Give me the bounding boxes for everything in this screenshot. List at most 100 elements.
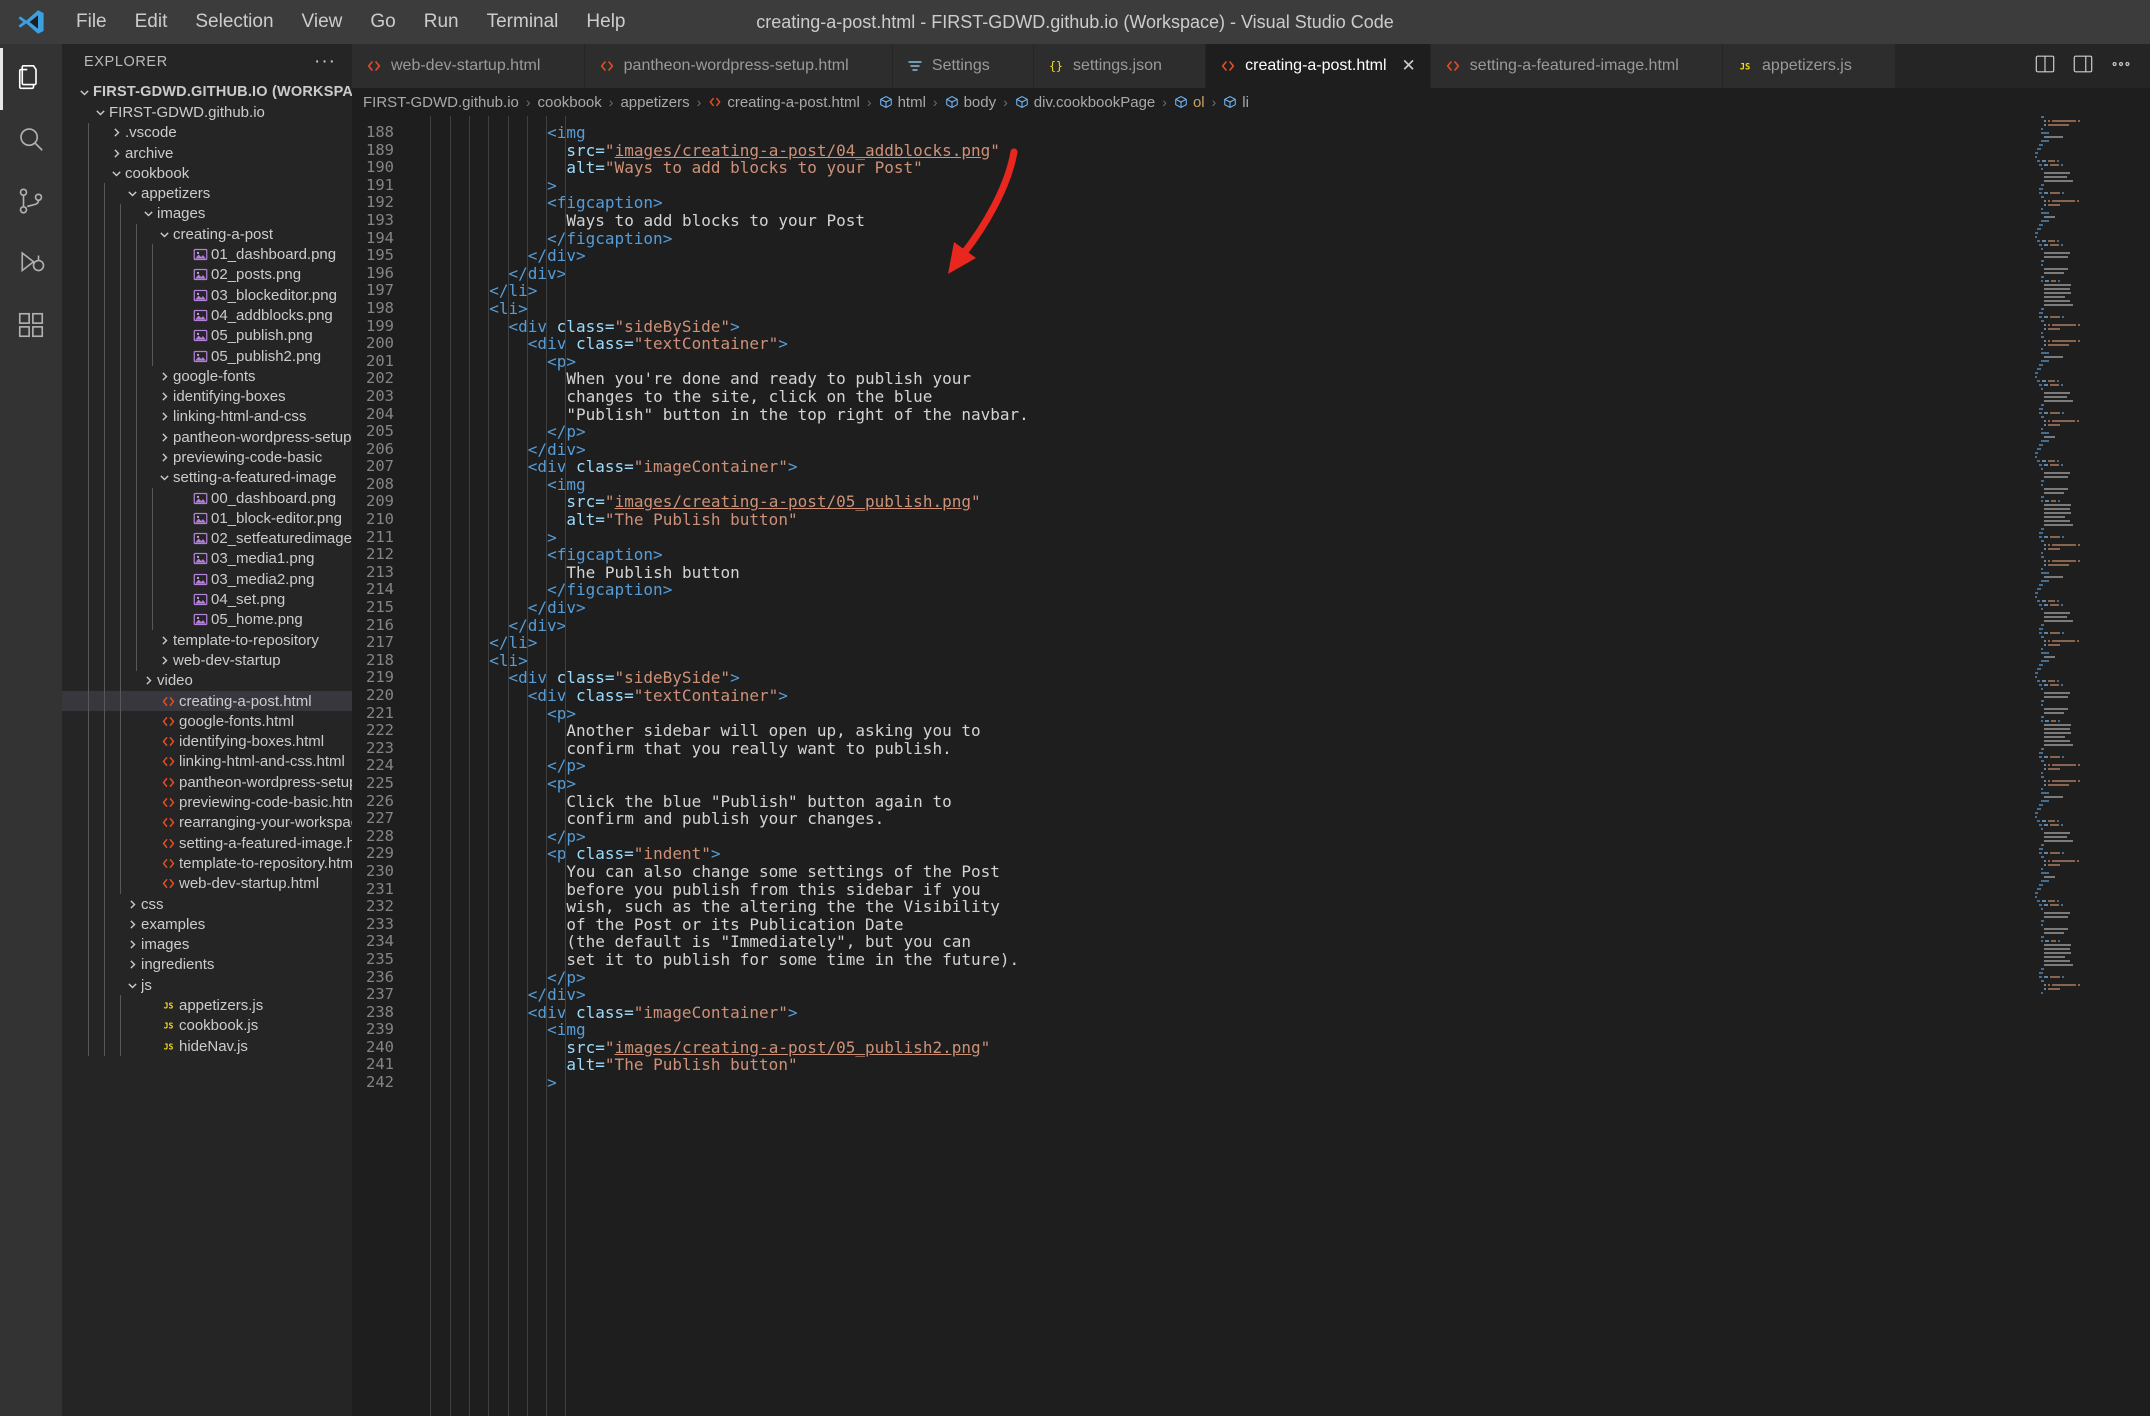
tree-folder-row[interactable]: images bbox=[62, 203, 352, 225]
tree-folder-row[interactable]: css bbox=[62, 893, 352, 915]
chevron-right-icon[interactable] bbox=[124, 918, 141, 931]
editor-tab[interactable]: web-dev-startup.html✕ bbox=[352, 44, 585, 88]
file-tree[interactable]: FIRST-GDWD.GITHUB.IO (WORKSPACE) FIRST-GD… bbox=[62, 80, 352, 1416]
activitybar-item-search[interactable] bbox=[0, 110, 62, 172]
menu-item-terminal[interactable]: Terminal bbox=[473, 0, 573, 44]
chevron-right-icon[interactable] bbox=[124, 898, 141, 911]
editor-tab[interactable]: {}settings.json✕ bbox=[1033, 44, 1207, 88]
chevron-down-icon[interactable] bbox=[76, 86, 93, 99]
chevron-right-icon[interactable] bbox=[156, 410, 173, 423]
chevron-right-icon[interactable] bbox=[156, 654, 173, 667]
breadcrumb-item[interactable]: creating-a-post.html bbox=[705, 94, 863, 111]
tree-file-row[interactable]: 03_blockeditor.png bbox=[62, 284, 352, 306]
tree-file-row[interactable]: 02_setfeaturedimage.png bbox=[62, 528, 352, 549]
tree-file-row[interactable]: 01_dashboard.png bbox=[62, 244, 352, 265]
tree-file-row[interactable]: 05_publish.png bbox=[62, 325, 352, 346]
tree-folder-row[interactable]: js bbox=[62, 975, 352, 996]
tree-file-row[interactable]: JS cookbook.js bbox=[62, 1015, 352, 1036]
chevron-right-icon[interactable] bbox=[124, 938, 141, 951]
chevron-down-icon[interactable] bbox=[92, 106, 109, 119]
chevron-right-icon[interactable] bbox=[124, 958, 141, 971]
breadcrumb[interactable]: FIRST-GDWD.github.io › cookbook › appetizers… bbox=[352, 88, 2150, 116]
tree-folder-row[interactable]: creating-a-post bbox=[62, 224, 352, 245]
editor-tab[interactable]: creating-a-post.html ✕ bbox=[1206, 44, 1431, 88]
breadcrumb-item[interactable]: appetizers bbox=[617, 94, 692, 111]
menu-item-help[interactable]: Help bbox=[572, 0, 639, 44]
editor-tab[interactable]: Settings✕ bbox=[892, 44, 1034, 88]
tree-folder-row[interactable]: template-to-repository bbox=[62, 630, 352, 651]
menu-item-edit[interactable]: Edit bbox=[121, 0, 182, 44]
tree-folder-row[interactable]: images bbox=[62, 934, 352, 955]
breadcrumb-item[interactable]: html bbox=[876, 94, 929, 111]
activitybar-item-explorer[interactable] bbox=[0, 48, 62, 110]
activitybar-item-extensions[interactable] bbox=[0, 296, 62, 358]
tree-file-row[interactable]: 03_media1.png bbox=[62, 548, 352, 570]
code-content[interactable]: <imgsrc="images/creating-a-post/04_addbl… bbox=[404, 116, 2150, 1416]
breadcrumb-item[interactable]: div.cookbookPage bbox=[1012, 94, 1158, 111]
chevron-right-icon[interactable] bbox=[156, 390, 173, 403]
tree-file-row[interactable]: 05_home.png bbox=[62, 609, 352, 631]
tree-file-row[interactable]: web-dev-startup.html bbox=[62, 873, 352, 894]
tree-folder-row[interactable]: video bbox=[62, 670, 352, 691]
tree-file-row[interactable]: 02_posts.png bbox=[62, 264, 352, 285]
tree-folder-row[interactable]: ingredients bbox=[62, 954, 352, 976]
chevron-right-icon[interactable] bbox=[156, 370, 173, 383]
tree-folder-row[interactable]: examples bbox=[62, 914, 352, 935]
minimap[interactable] bbox=[2026, 116, 2136, 1416]
menu-item-file[interactable]: File bbox=[62, 0, 121, 44]
tree-folder-row[interactable]: setting-a-featured-image bbox=[62, 467, 352, 488]
tree-file-row[interactable]: linking-html-and-css.html bbox=[62, 751, 352, 773]
tree-file-row[interactable]: google-fonts.html bbox=[62, 711, 352, 732]
chevron-down-icon[interactable] bbox=[124, 979, 141, 992]
close-icon[interactable]: ✕ bbox=[1402, 56, 1416, 76]
tree-file-row[interactable]: 03_media2.png bbox=[62, 569, 352, 590]
tree-file-row[interactable]: 01_block-editor.png bbox=[62, 508, 352, 529]
menu-item-selection[interactable]: Selection bbox=[181, 0, 287, 44]
tree-file-row[interactable]: previewing-code-basic.html bbox=[62, 792, 352, 813]
tree-folder-row[interactable]: FIRST-GDWD.GITHUB.IO (WORKSPACE) bbox=[62, 82, 352, 102]
tree-file-row[interactable]: 04_set.png bbox=[62, 589, 352, 610]
chevron-right-icon[interactable] bbox=[156, 634, 173, 647]
chevron-down-icon[interactable] bbox=[156, 471, 173, 484]
breadcrumb-item[interactable]: li bbox=[1220, 94, 1252, 111]
toggle-panel-icon[interactable] bbox=[2072, 53, 2094, 80]
tree-folder-row[interactable]: previewing-code-basic bbox=[62, 447, 352, 468]
chevron-down-icon[interactable] bbox=[156, 228, 173, 241]
tree-folder-row[interactable]: FIRST-GDWD.github.io bbox=[62, 102, 352, 122]
tree-file-row[interactable]: identifying-boxes.html bbox=[62, 731, 352, 752]
editor-tab[interactable]: JSappetizers.js✕ bbox=[1723, 44, 1897, 88]
tree-folder-row[interactable]: identifying-boxes bbox=[62, 386, 352, 407]
vertical-scrollbar[interactable] bbox=[2136, 116, 2150, 1416]
tree-file-row[interactable]: 00_dashboard.png bbox=[62, 487, 352, 509]
menu-item-run[interactable]: Run bbox=[410, 0, 473, 44]
chevron-right-icon[interactable] bbox=[140, 674, 157, 687]
sidebar-more-actions-icon[interactable]: ··· bbox=[308, 51, 342, 73]
chevron-down-icon[interactable] bbox=[124, 187, 141, 200]
tree-file-row[interactable]: setting-a-featured-image.html bbox=[62, 832, 352, 854]
tree-folder-row[interactable]: appetizers bbox=[62, 183, 352, 204]
tree-file-row[interactable]: creating-a-post.html bbox=[62, 690, 352, 712]
tree-folder-row[interactable]: google-fonts bbox=[62, 366, 352, 387]
tree-file-row[interactable]: JS hideNav.js bbox=[62, 1035, 352, 1057]
chevron-right-icon[interactable] bbox=[108, 126, 125, 139]
activitybar-item-run-and-debug[interactable] bbox=[0, 234, 62, 296]
tree-file-row[interactable]: JS appetizers.js bbox=[62, 995, 352, 1016]
breadcrumb-item[interactable]: cookbook bbox=[535, 94, 605, 111]
tree-folder-row[interactable]: cookbook bbox=[62, 163, 352, 184]
editor-tab[interactable]: pantheon-wordpress-setup.html✕ bbox=[584, 44, 893, 88]
chevron-down-icon[interactable] bbox=[140, 207, 157, 220]
tree-folder-row[interactable]: archive bbox=[62, 142, 352, 164]
tree-file-row[interactable]: rearranging-your-workspace.html bbox=[62, 812, 352, 833]
breadcrumb-item[interactable]: body bbox=[942, 94, 1000, 111]
activitybar-item-source-control[interactable] bbox=[0, 172, 62, 234]
chevron-right-icon[interactable] bbox=[156, 451, 173, 464]
menu-item-view[interactable]: View bbox=[288, 0, 357, 44]
chevron-down-icon[interactable] bbox=[108, 167, 125, 180]
editor-tab[interactable]: setting-a-featured-image.html✕ bbox=[1430, 44, 1724, 88]
chevron-right-icon[interactable] bbox=[156, 431, 173, 444]
chevron-right-icon[interactable] bbox=[108, 147, 125, 160]
menu-item-go[interactable]: Go bbox=[356, 0, 409, 44]
tree-file-row[interactable]: template-to-repository.html bbox=[62, 853, 352, 874]
tree-file-row[interactable]: 05_publish2.png bbox=[62, 345, 352, 367]
code-editor[interactable]: 188 189 190 191 192 193 194 195 196 197 198 199 200 2… bbox=[352, 116, 2150, 1416]
